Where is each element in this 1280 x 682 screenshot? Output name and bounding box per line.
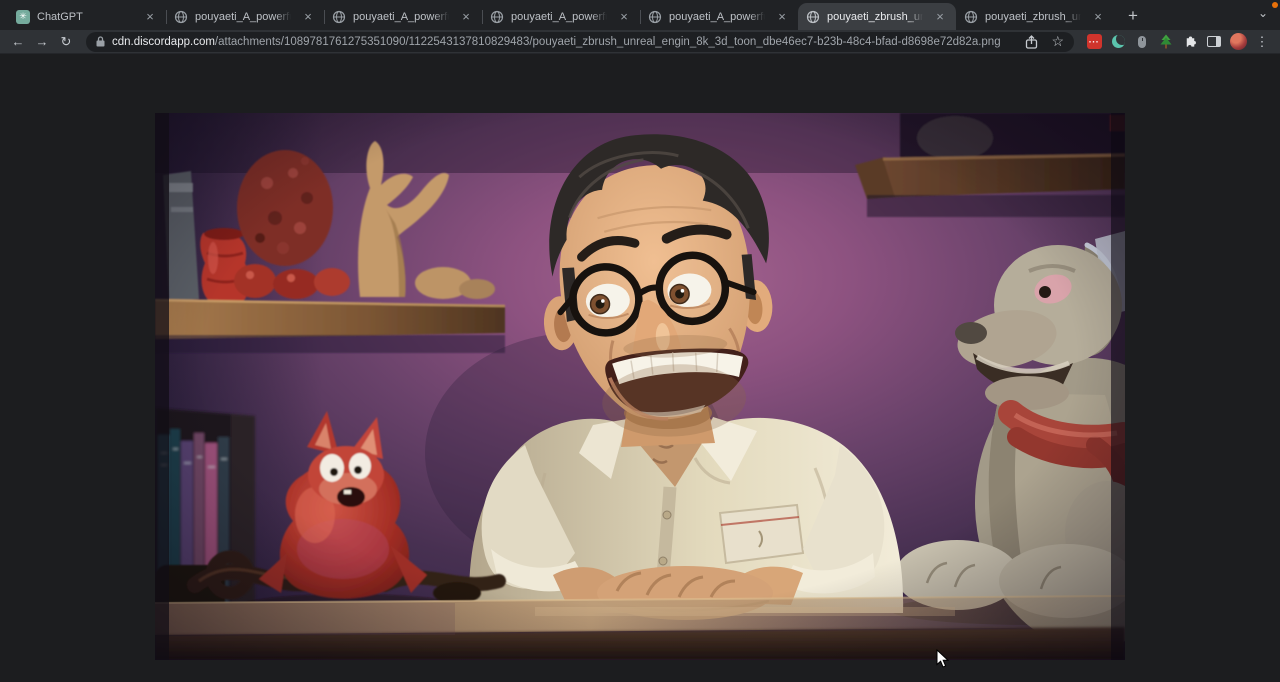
globe-favicon-icon <box>490 10 504 24</box>
tab-powerful-modern-3[interactable]: pouyaeti_A_powerful_modern × <box>482 3 640 30</box>
lastpass-extension-icon[interactable]: ··· <box>1084 32 1104 52</box>
url-path: /attachments/1089781761275351090/1122543… <box>215 36 1001 48</box>
page-content <box>0 54 1280 681</box>
tab-zbrush-unreal-2[interactable]: pouyaeti_zbrush_unreal_engin × <box>956 3 1114 30</box>
mouse-cursor <box>936 649 949 668</box>
back-button[interactable]: ← <box>8 32 28 52</box>
omnibox-actions: ☆ <box>1021 32 1064 52</box>
tab-close-icon[interactable]: × <box>616 9 632 25</box>
update-alert-dot <box>1272 2 1278 8</box>
browser-window: { "browser": { "tabs": [ {"label": "Chat… <box>0 0 1280 682</box>
side-panel-icon[interactable] <box>1204 32 1224 52</box>
chatgpt-favicon-icon: ✳ <box>16 10 30 24</box>
tab-close-icon[interactable]: × <box>142 9 158 25</box>
tab-powerful-modern-2[interactable]: pouyaeti_A_powerful_modern × <box>324 3 482 30</box>
tab-label: pouyaeti_A_powerful_modern <box>511 11 609 23</box>
globe-favicon-icon <box>806 10 820 24</box>
forward-button[interactable]: → <box>32 32 52 52</box>
tab-zbrush-unreal-active[interactable]: pouyaeti_zbrush_unreal_engin × <box>798 3 956 30</box>
crescent-moon-icon <box>1112 35 1125 48</box>
tab-powerful-modern-4[interactable]: pouyaeti_A_powerful_modern × <box>640 3 798 30</box>
tab-label: pouyaeti_A_powerful_modern <box>353 11 451 23</box>
vignette <box>155 113 1125 660</box>
tree-extension-icon[interactable] <box>1156 32 1176 52</box>
url-domain: cdn.discordapp.com <box>112 36 215 48</box>
tab-strip: ✳ ChatGPT × pouyaeti_A_powerful_modern ×… <box>0 0 1280 30</box>
new-tab-button[interactable]: + <box>1120 3 1146 29</box>
tab-label: pouyaeti_zbrush_unreal_engin <box>985 11 1083 23</box>
tab-close-icon[interactable]: × <box>300 9 316 25</box>
share-icon[interactable] <box>1021 32 1041 52</box>
tab-powerful-modern-1[interactable]: pouyaeti_A_powerful_modern × <box>166 3 324 30</box>
tab-close-icon[interactable]: × <box>774 9 790 25</box>
tab-label: pouyaeti_A_powerful_modern <box>195 11 293 23</box>
reload-button[interactable]: ↻ <box>56 32 76 52</box>
bookmark-star-icon[interactable]: ☆ <box>1051 33 1064 50</box>
tab-label: ChatGPT <box>37 11 135 23</box>
tab-label: pouyaeti_A_powerful_modern <box>669 11 767 23</box>
dark-reader-extension-icon[interactable] <box>1108 32 1128 52</box>
address-bar[interactable]: cdn.discordapp.com/attachments/108978176… <box>86 32 1074 52</box>
tab-label: pouyaeti_zbrush_unreal_engin <box>827 11 925 23</box>
globe-favicon-icon <box>174 10 188 24</box>
mouse-extension-icon[interactable] <box>1132 32 1152 52</box>
image-viewer-photo[interactable] <box>155 113 1125 660</box>
browser-menu-icon[interactable]: ⋮ <box>1252 32 1272 52</box>
lock-icon <box>96 36 105 47</box>
globe-favicon-icon <box>648 10 662 24</box>
tab-close-icon[interactable]: × <box>458 9 474 25</box>
tab-close-icon[interactable]: × <box>932 9 948 25</box>
url-text: cdn.discordapp.com/attachments/108978176… <box>112 36 1013 48</box>
tab-close-icon[interactable]: × <box>1090 9 1106 25</box>
profile-avatar[interactable] <box>1228 32 1248 52</box>
toolbar: ← → ↻ cdn.discordapp.com/attachments/108… <box>0 30 1280 54</box>
tab-chatgpt[interactable]: ✳ ChatGPT × <box>8 3 166 30</box>
extensions-puzzle-icon[interactable] <box>1180 32 1200 52</box>
globe-favicon-icon <box>332 10 346 24</box>
globe-favicon-icon <box>964 10 978 24</box>
tab-overflow-chevron-icon[interactable]: ⌄ <box>1258 7 1268 19</box>
